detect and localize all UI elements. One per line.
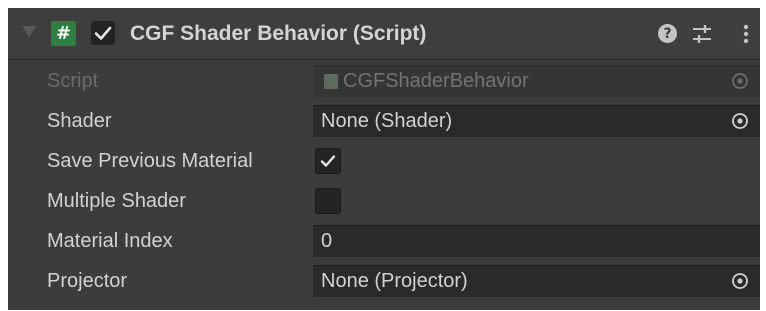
- more-options-icon[interactable]: [742, 22, 750, 46]
- presets-icon[interactable]: [690, 22, 714, 46]
- object-picker-icon[interactable]: [731, 112, 749, 130]
- save-previous-material-label: Save Previous Material: [47, 150, 253, 172]
- material-index-value: 0: [321, 230, 333, 252]
- shader-value: None (Shader): [321, 110, 453, 132]
- help-icon-glyph: ?: [663, 25, 672, 42]
- shader-row: Shader None (Shader): [8, 101, 760, 141]
- script-asset-icon: [324, 74, 338, 89]
- save-previous-material-row: Save Previous Material: [8, 141, 760, 181]
- script-row: Script CGFShaderBehavior: [8, 61, 760, 101]
- object-picker-icon: [732, 73, 748, 89]
- multiple-shader-row: Multiple Shader: [8, 181, 760, 221]
- script-icon: #: [51, 21, 76, 46]
- save-previous-material-checkbox[interactable]: [315, 148, 341, 174]
- material-index-input[interactable]: 0: [313, 225, 760, 257]
- checkmark-icon: [94, 26, 112, 40]
- inspector-component-panel: # CGF Shader Behavior (Script) ? Script: [8, 8, 760, 310]
- component-header[interactable]: # CGF Shader Behavior (Script) ?: [8, 8, 760, 60]
- multiple-shader-label: Multiple Shader: [47, 190, 186, 212]
- script-label: Script: [47, 70, 99, 92]
- checkmark-icon: [320, 155, 336, 167]
- foldout-triangle-icon[interactable]: [22, 26, 36, 37]
- projector-row: Projector None (Projector): [8, 261, 760, 301]
- shader-label: Shader: [47, 110, 112, 132]
- material-index-label: Material Index: [47, 230, 173, 252]
- projector-label: Projector: [47, 270, 128, 292]
- help-icon[interactable]: ?: [658, 24, 677, 43]
- shader-object-field[interactable]: None (Shader): [313, 105, 760, 137]
- component-title: CGF Shader Behavior (Script): [130, 22, 427, 45]
- script-object-field: CGFShaderBehavior: [313, 65, 760, 97]
- object-picker-icon[interactable]: [731, 272, 749, 290]
- component-enabled-checkbox[interactable]: [91, 21, 115, 45]
- material-index-row: Material Index 0: [8, 221, 760, 261]
- script-icon-glyph: #: [55, 22, 72, 44]
- projector-object-field[interactable]: None (Projector): [313, 265, 760, 297]
- multiple-shader-checkbox[interactable]: [315, 188, 341, 214]
- script-value: CGFShaderBehavior: [343, 70, 529, 92]
- projector-value: None (Projector): [321, 270, 468, 292]
